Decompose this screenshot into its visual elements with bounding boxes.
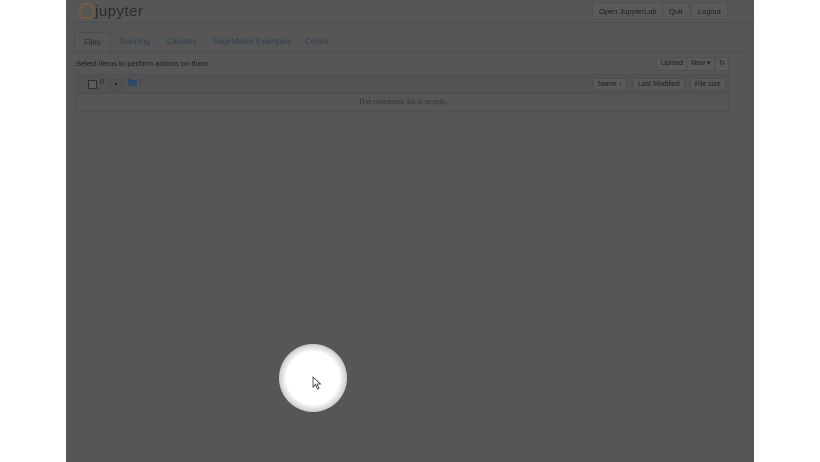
selection-hint: Select items to perform actions on them. [76,59,211,68]
open-jupyterlab-button[interactable]: Open JupyterLab [592,3,664,20]
tab-sagemaker-examples[interactable]: SageMaker Examples [204,32,300,52]
new-dropdown-button[interactable]: New ▾ [686,57,716,71]
selected-count: 0 [100,79,104,86]
logo-text: jupyter [95,2,144,20]
sort-name-button[interactable]: Name ↓ [593,78,628,91]
empty-list-message: The notebook list is empty. [358,97,447,106]
tab-running[interactable]: Running [111,32,159,52]
sort-last-modified-button[interactable]: Last Modified [633,78,685,91]
header-bar: jupyter Open JupyterLab Quit Logout [66,0,754,23]
tab-clusters[interactable]: Clusters [158,32,205,52]
folder-icon[interactable] [128,79,138,87]
tab-files[interactable]: Files [74,32,111,54]
jupyter-logo-icon [78,2,94,20]
logout-button[interactable]: Logout [691,3,728,20]
notebook-list: 0 ▾ / Name ↓ Last Modified File size The… [76,74,729,112]
sort-file-size-button[interactable]: File size [690,78,726,91]
upload-button[interactable]: Upload [656,57,689,71]
mouse-pointer-icon [312,376,322,390]
notebook-list-header: 0 ▾ / Name ↓ Last Modified File size [77,75,728,94]
select-all-checkbox[interactable] [88,80,97,89]
jupyter-logo[interactable]: jupyter [78,1,144,21]
jupyter-page: jupyter Open JupyterLab Quit Logout File… [66,0,754,462]
refresh-button[interactable]: ↻ [715,57,729,71]
tab-conda[interactable]: Conda [296,32,338,52]
tab-bar: Files Running Clusters SageMaker Example… [74,32,746,54]
quit-button[interactable]: Quit [662,3,690,20]
breadcrumb[interactable]: / [139,79,141,86]
refresh-icon: ↻ [719,60,725,67]
select-dropdown-button[interactable]: ▾ [110,79,122,91]
